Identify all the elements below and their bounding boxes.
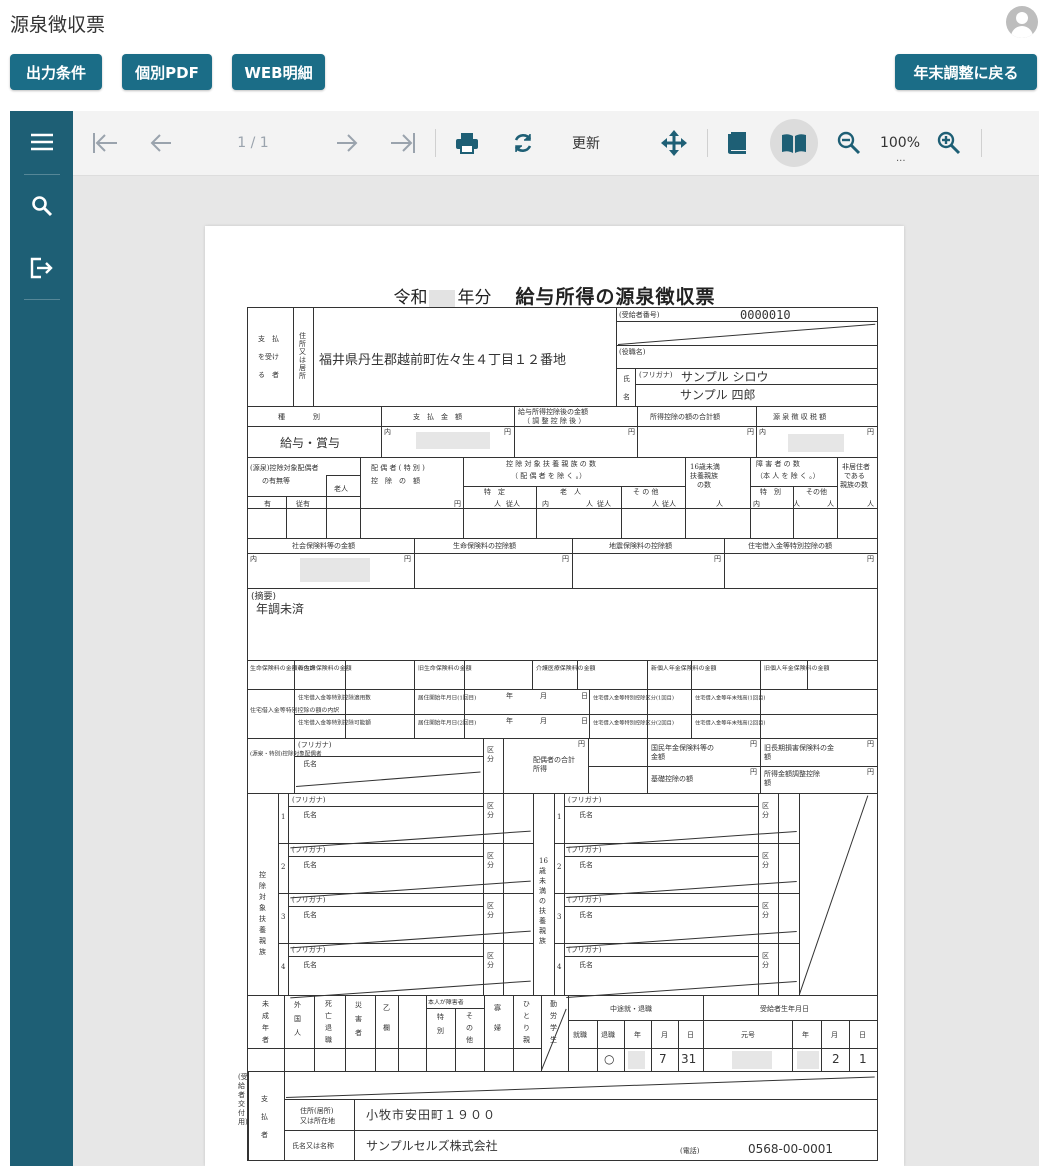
redacted-retire-year <box>628 1051 645 1069</box>
zoom-level[interactable]: 100% <box>877 131 923 155</box>
last-page-icon[interactable] <box>385 125 421 161</box>
print-icon[interactable] <box>449 125 485 161</box>
retire-month: 7 <box>659 1052 667 1066</box>
payer-address: 小牧市安田町１９００ <box>366 1108 497 1122</box>
payee-address: 福井県丹生郡越前町佐々生４丁目１２番地 <box>319 353 567 368</box>
refresh-icon[interactable] <box>505 125 541 161</box>
payee-furigana: サンプル シロウ <box>681 370 769 384</box>
toolbar-divider <box>435 129 436 157</box>
income-type: 給与・賞与 <box>280 436 341 450</box>
redacted-year <box>429 289 456 308</box>
zoom-more[interactable]: ... <box>896 153 906 164</box>
sidebar-divider <box>24 174 60 175</box>
web-detail-button[interactable]: WEB明細 <box>232 54 325 90</box>
app-title: 源泉徴収票 <box>10 14 106 36</box>
first-page-icon[interactable] <box>87 125 123 161</box>
output-conditions-button[interactable]: 出力条件 <box>10 54 102 90</box>
redacted-birth-year <box>797 1051 819 1069</box>
viewer-sidebar <box>10 111 73 1166</box>
document-title: 令和 年分 給与所得の源泉徴収票 <box>393 286 716 308</box>
birth-month: 2 <box>832 1052 840 1066</box>
redacted-tax <box>788 434 844 452</box>
refresh-label[interactable]: 更新 <box>561 125 611 161</box>
retired-mark: ○ <box>604 1052 615 1066</box>
document-page: 令和 年分 給与所得の源泉徴収票 支 払 を受け る 者 住所又は居所 福井県丹生郡… <box>205 226 904 1166</box>
sidebar-divider <box>24 299 60 300</box>
payer-phone: 0568-00-0001 <box>748 1142 834 1156</box>
previous-page-icon[interactable] <box>143 125 179 161</box>
redacted-payment <box>416 432 490 449</box>
document-title-main: 給与所得の源泉徴収票 <box>515 286 716 308</box>
withholding-slip-form: 支 払 を受け る 者 住所又は居所 福井県丹生郡越前町佐々生４丁目１２番地 (… <box>238 307 878 1161</box>
avatar[interactable] <box>1006 6 1038 38</box>
retire-day: 31 <box>681 1052 697 1066</box>
payee-name: サンプル 四郎 <box>680 388 756 402</box>
redacted-era <box>732 1051 772 1069</box>
menu-icon[interactable] <box>10 122 73 162</box>
page-indicator[interactable]: 1 / 1 <box>223 125 283 161</box>
search-icon[interactable] <box>10 186 73 226</box>
logout-icon[interactable] <box>10 248 73 288</box>
book-view-icon[interactable] <box>770 119 818 167</box>
avatar-head-icon <box>1016 12 1028 24</box>
toolbar-divider <box>981 129 982 157</box>
viewer-toolbar: 1 / 1 更新 100% ... <box>73 111 1039 176</box>
birth-day: 1 <box>859 1052 867 1066</box>
redacted-social-insurance <box>300 558 370 582</box>
payer-name: サンプルセルズ株式会社 <box>366 1139 498 1153</box>
payee-number: 0000010 <box>740 308 791 322</box>
toolbar-divider <box>707 129 708 157</box>
app-header: 源泉徴収票 出力条件 個別PDF WEB明細 年末調整に戻る <box>0 0 1057 108</box>
zoom-in-icon[interactable] <box>931 125 967 161</box>
back-to-year-end-button[interactable]: 年末調整に戻る <box>895 54 1037 90</box>
remarks-text: 年調未済 <box>256 602 305 616</box>
zoom-out-icon[interactable] <box>831 125 867 161</box>
individual-pdf-button[interactable]: 個別PDF <box>122 54 212 90</box>
pan-move-icon[interactable] <box>656 125 692 161</box>
next-page-icon[interactable] <box>329 125 365 161</box>
single-page-icon[interactable] <box>719 125 755 161</box>
avatar-body-icon <box>1011 26 1033 38</box>
